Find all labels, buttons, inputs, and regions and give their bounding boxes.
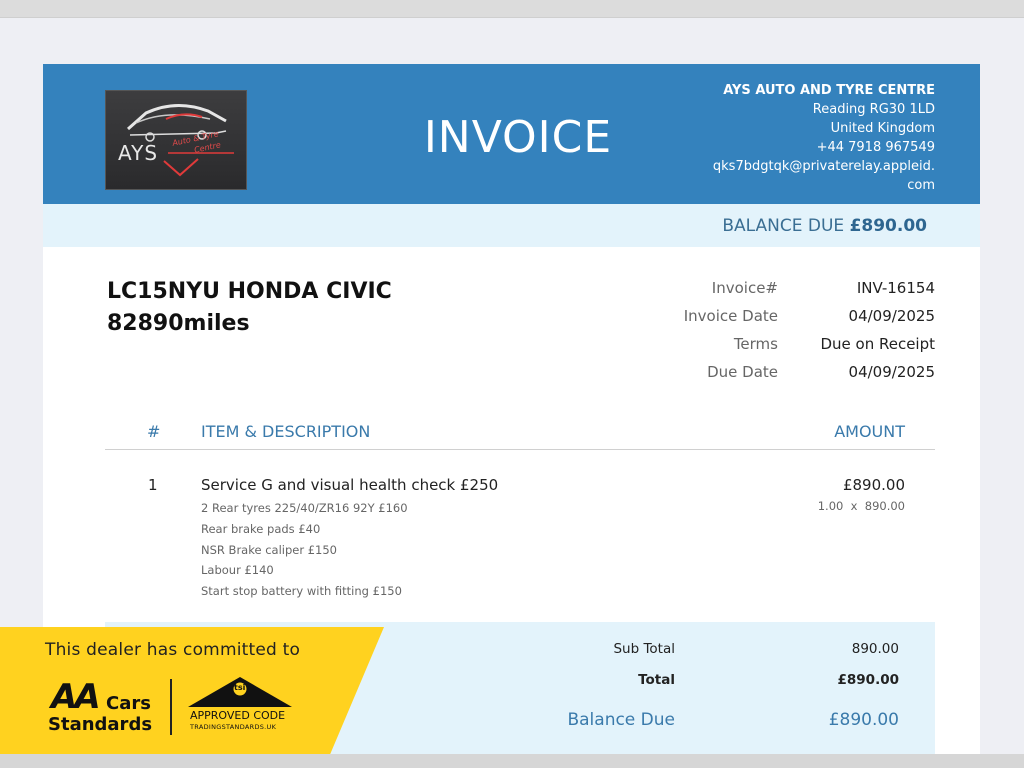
subtotal-value: 890.00 xyxy=(851,641,899,657)
description-line: Rear brake pads £40 xyxy=(201,521,321,536)
item-description: 2 Rear tyres 225/40/ZR16 92Y £160 Rear b… xyxy=(201,498,408,602)
meta-label: Invoice Date xyxy=(683,307,778,325)
column-header-item: ITEM & DESCRIPTION xyxy=(201,422,371,441)
banner-text: This dealer has committed to xyxy=(45,640,301,660)
balance-due-footer-label: Balance Due xyxy=(567,710,675,730)
aa-logo-cars: Cars xyxy=(106,693,151,714)
trading-standards-text: TRADINGSTANDARDS.UK xyxy=(190,723,277,731)
invoice-title: INVOICE xyxy=(423,112,613,163)
logo-divider xyxy=(170,679,172,735)
total-label: Total xyxy=(638,672,675,688)
aa-logo-standards: Standards xyxy=(48,714,153,735)
items-table-header: # ITEM & DESCRIPTION AMOUNT xyxy=(105,419,935,450)
balance-due-band: BALANCE DUE £890.00 xyxy=(43,204,980,247)
meta-label: Invoice# xyxy=(711,279,778,297)
meta-row-invoice-date: Invoice Date 04/09/2025 xyxy=(643,302,935,330)
meta-row-terms: Terms Due on Receipt xyxy=(643,330,935,358)
aa-logo-letters: AA xyxy=(51,677,101,717)
meta-row-invoice-number: Invoice# INV-16154 xyxy=(643,274,935,302)
description-line: NSR Brake caliper £150 xyxy=(201,542,337,557)
description-line: Start stop battery with fitting £150 xyxy=(201,584,402,599)
column-header-amount: AMOUNT xyxy=(834,422,905,441)
balance-due-label: BALANCE DUE xyxy=(722,216,845,236)
vehicle-info: LC15NYU HONDA CIVIC 82890miles xyxy=(107,276,392,340)
invoice-header: AYS Auto & Tyre Centre INVOICE AYS AUTO … xyxy=(43,64,980,204)
table-row: 1 Service G and visual health check £250… xyxy=(105,474,935,604)
tsi-logo-text: tsi xyxy=(234,683,246,692)
meta-label: Due Date xyxy=(707,363,778,381)
company-email-line-1: qks7bdgtqk@privaterelay.appleid. xyxy=(712,159,935,174)
company-address-line-1: Reading RG30 1LD xyxy=(812,102,935,117)
company-email-line-2: com xyxy=(907,178,935,193)
company-details: AYS AUTO AND TYRE CENTRE Reading RG30 1L… xyxy=(675,81,935,195)
meta-value: INV-16154 xyxy=(856,279,935,297)
description-line: 2 Rear tyres 225/40/ZR16 92Y £160 xyxy=(201,501,408,515)
company-phone: +44 7918 967549 xyxy=(816,140,935,155)
aa-cars-standards-logo: AA Cars Standards xyxy=(48,677,168,737)
meta-value: Due on Receipt xyxy=(820,335,935,353)
company-address-line-2: United Kingdom xyxy=(830,121,935,136)
row-number: 1 xyxy=(148,476,158,494)
meta-label: Terms xyxy=(733,335,778,353)
logo-ays-text: AYS xyxy=(118,141,159,165)
meta-value: 04/09/2025 xyxy=(848,363,935,381)
browser-top-bar xyxy=(0,0,1024,18)
meta-value: 04/09/2025 xyxy=(848,307,935,325)
company-name: AYS AUTO AND TYRE CENTRE xyxy=(723,83,935,98)
invoice-meta: Invoice# INV-16154 Invoice Date 04/09/20… xyxy=(643,274,935,386)
item-qty-rate: 1.00 x 890.00 xyxy=(817,499,905,513)
balance-due-summary: BALANCE DUE £890.00 xyxy=(722,216,927,236)
vehicle-registration: LC15NYU HONDA CIVIC xyxy=(107,279,392,304)
item-title: Service G and visual health check £250 xyxy=(201,476,499,494)
approved-code-logo: tsi APPROVED CODE TRADINGSTANDARDS.UK xyxy=(184,673,296,739)
balance-due-amount: £890.00 xyxy=(849,216,927,236)
description-line: Labour £140 xyxy=(201,563,274,578)
approved-code-text: APPROVED CODE xyxy=(190,709,286,722)
column-header-number: # xyxy=(147,422,161,441)
dealer-commitment-banner: This dealer has committed to AA Cars Sta… xyxy=(0,627,384,754)
item-amount: £890.00 xyxy=(842,476,905,494)
meta-row-due-date: Due Date 04/09/2025 xyxy=(643,358,935,386)
browser-bottom-bar xyxy=(0,754,1024,768)
subtotal-label: Sub Total xyxy=(613,641,675,657)
vehicle-mileage: 82890miles xyxy=(107,311,250,336)
company-logo: AYS Auto & Tyre Centre xyxy=(105,90,247,190)
total-value: £890.00 xyxy=(837,672,900,688)
balance-due-footer-value: £890.00 xyxy=(828,710,899,730)
